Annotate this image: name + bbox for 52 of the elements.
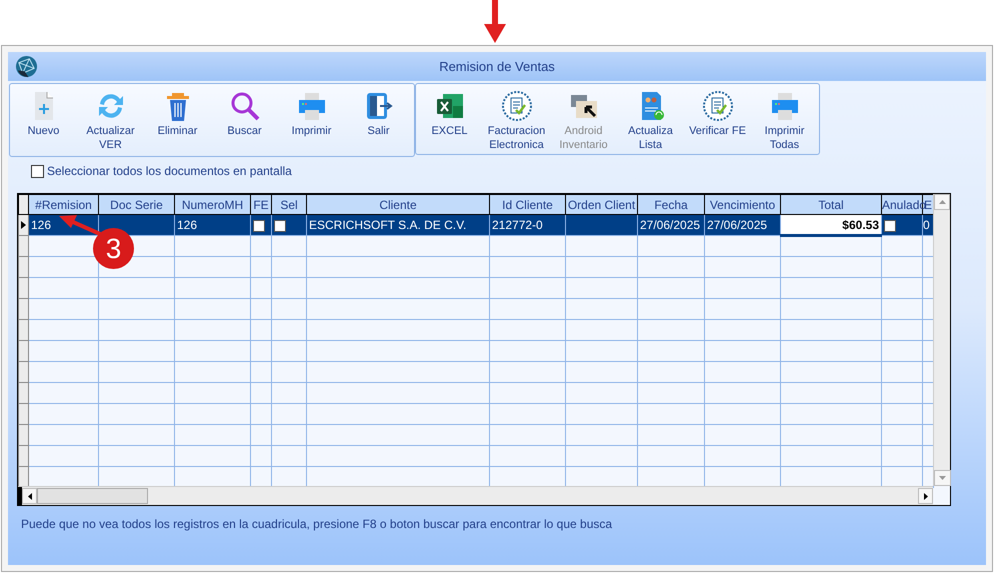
checkbox[interactable] <box>253 220 265 232</box>
annotation-arrow <box>483 0 507 43</box>
table-cell: 126 <box>174 214 250 236</box>
search-icon <box>228 90 260 122</box>
globe-icon <box>15 55 38 78</box>
vertical-scrollbar[interactable] <box>933 194 950 486</box>
column-header[interactable]: Cliente <box>306 194 490 214</box>
caret-left-icon <box>28 492 32 500</box>
caret-down-icon <box>939 476 946 480</box>
toolbar-button[interactable]: EXCEL <box>416 84 483 154</box>
toolbar-button[interactable]: Facturacion Electronica <box>483 84 550 154</box>
toolbar-button[interactable]: Imprimir <box>278 84 345 156</box>
toolbar-button[interactable]: Nuevo <box>10 84 77 156</box>
column-header[interactable]: Sel <box>272 194 306 214</box>
toolbar-button[interactable]: Verificar FE <box>684 84 751 154</box>
table-row[interactable]: 126 126 ESCRICHSOFT S.A. DE C.V. 212772-0 27/06/2025 27/06/2025 $60.53 0 <box>18 214 934 236</box>
column-header[interactable]: Id Cliente <box>490 194 566 214</box>
toolbar-button[interactable]: Salir <box>345 84 412 156</box>
window-title: Remision de Ventas <box>439 58 555 76</box>
scroll-thumb[interactable] <box>37 488 148 504</box>
hint-text: Puede que no vea todos los registros en la cuadricula, presione F8 o boton buscar para encontrar lo que busca <box>21 516 614 533</box>
invoice-seal-icon <box>500 90 532 122</box>
horizontal-scrollbar[interactable] <box>18 486 933 505</box>
row-pointer-icon <box>21 221 26 229</box>
toolbar-button[interactable]: Actualiza Lista <box>617 84 684 154</box>
caret-up-icon <box>938 200 946 204</box>
toolbar-button[interactable]: Eliminar <box>144 84 211 156</box>
column-header[interactable]: Vencimiento <box>704 194 780 214</box>
column-header[interactable]: FE <box>250 194 272 214</box>
toolbar-button[interactable]: Imprimir Todas <box>751 84 818 154</box>
checkbox-label[interactable]: Seleccionar todos los documentos en pantalla <box>47 162 292 180</box>
scroll-left-button[interactable] <box>22 488 37 504</box>
column-header[interactable]: Doc Serie <box>98 194 174 214</box>
caret-right-icon <box>924 492 928 500</box>
table-cell: ESCRICHSOFT S.A. DE C.V. <box>306 214 490 236</box>
table-cell: 27/06/2025 <box>704 214 780 236</box>
scroll-up-button[interactable] <box>934 194 950 210</box>
column-header[interactable]: NumeroMH <box>174 194 250 214</box>
column-header[interactable]: Total <box>780 194 882 214</box>
checkbox[interactable] <box>884 220 896 232</box>
checkbox[interactable] <box>274 220 286 232</box>
invoice-seal-icon <box>702 90 734 122</box>
table-cell: $60.53 <box>780 214 882 236</box>
table-cell: 212772-0 <box>490 214 566 236</box>
column-header[interactable]: Fecha <box>638 194 704 214</box>
toolbar-button[interactable]: Actualizar VER <box>77 84 144 156</box>
checkbox[interactable] <box>31 164 44 178</box>
column-header[interactable]: #Remision <box>28 194 98 214</box>
table-cell: 27/06/2025 <box>638 214 704 236</box>
column-header[interactable]: Orden Client <box>566 194 638 214</box>
scroll-right-button[interactable] <box>918 488 933 504</box>
toolbar-button[interactable]: Buscar <box>211 84 278 156</box>
